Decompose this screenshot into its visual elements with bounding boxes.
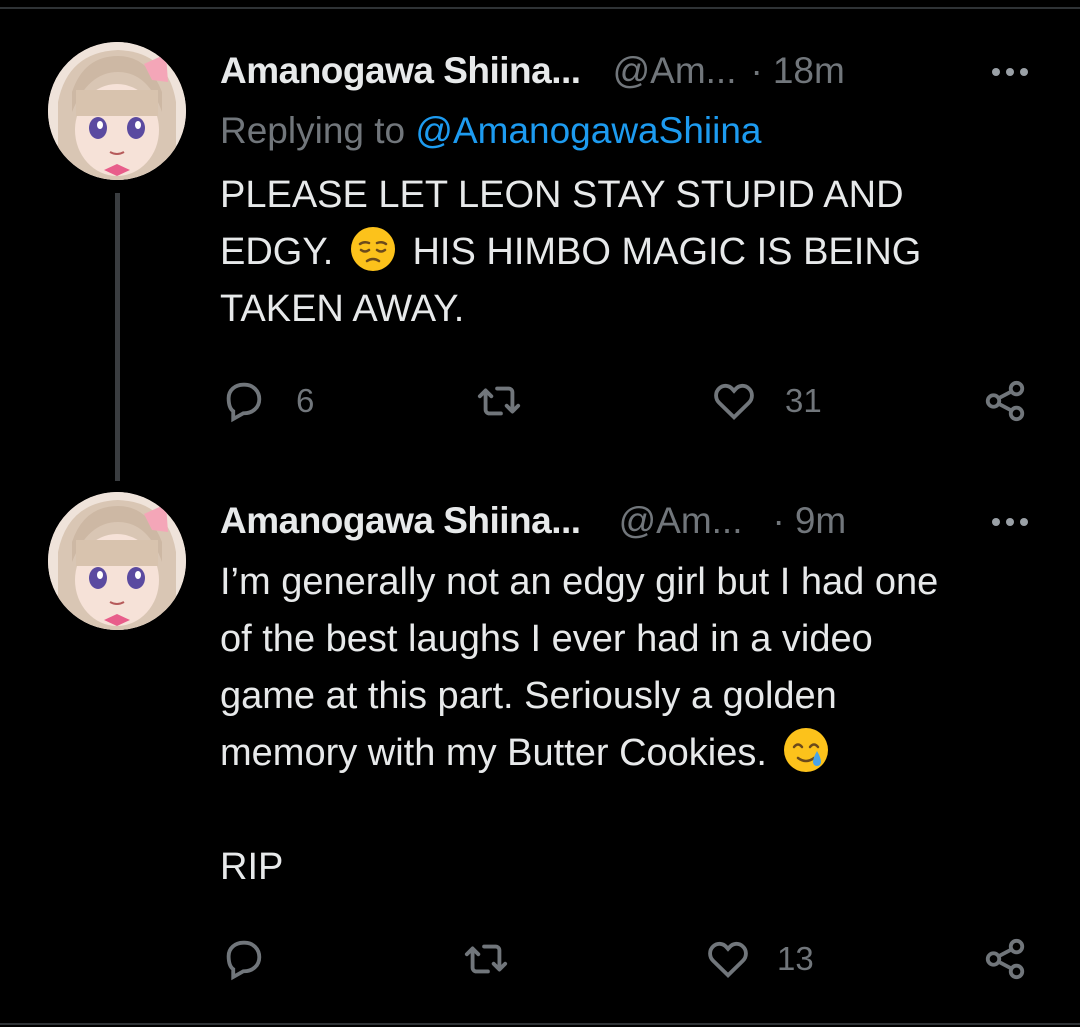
tweet-text-line: EDGY. HIS HIMBO MAGIC IS BEING xyxy=(220,224,1040,281)
tweet-text-line: PLEASE LET LEON STAY STUPID AND xyxy=(220,174,904,216)
separator: · xyxy=(772,500,785,541)
tweet-text-fragment: HIS HIMBO MAGIC IS BEING xyxy=(412,231,922,273)
more-options-icon[interactable] xyxy=(992,518,1028,526)
heart-icon xyxy=(708,941,748,978)
avatar-image xyxy=(48,492,186,630)
smiling-face-with-tear-emoji-icon xyxy=(784,728,829,772)
tweet-text-line: I’m generally not an edgy girl but I had… xyxy=(220,561,939,603)
replying-to: Replying to @AmanogawaShiina xyxy=(220,110,762,152)
reply-icon xyxy=(226,382,262,423)
user-handle[interactable]: @Am... xyxy=(613,50,737,92)
reply-button[interactable]: 6 xyxy=(220,378,314,424)
more-options-icon[interactable] xyxy=(992,68,1028,76)
like-button[interactable]: 13 xyxy=(705,936,814,982)
like-count: 31 xyxy=(785,382,822,419)
avatar-image xyxy=(48,42,186,180)
tweet-text-line: memory with my Butter Cookies. xyxy=(220,725,1040,782)
reply-count: 6 xyxy=(296,382,315,419)
like-button[interactable]: 31 xyxy=(711,378,822,424)
tweet-text-line: of the best laughs I ever had in a video xyxy=(220,618,873,660)
tweet-text-line: TAKEN AWAY. xyxy=(220,288,465,330)
tweet-header: Amanogawa Shiina... @Am... · 18m xyxy=(220,46,845,96)
display-name[interactable]: Amanogawa Shiina... xyxy=(220,50,581,92)
tweet-actions: 6 31 xyxy=(0,378,1080,428)
heart-icon xyxy=(714,383,754,420)
tweet-text-fragment: EDGY. xyxy=(220,231,334,273)
tweet-text: PLEASE LET LEON STAY STUPID AND EDGY. HI… xyxy=(220,167,1040,338)
replying-mention-link[interactable]: @AmanogawaShiina xyxy=(415,110,761,151)
timestamp[interactable]: 9m xyxy=(795,500,846,542)
like-count: 13 xyxy=(777,940,814,977)
share-icon xyxy=(985,938,1025,980)
retweet-button[interactable] xyxy=(476,378,548,424)
retweet-icon xyxy=(477,386,521,416)
retweet-icon xyxy=(464,944,508,974)
display-name[interactable]: Amanogawa Shiina... xyxy=(220,500,581,542)
separator: · xyxy=(750,50,763,91)
avatar[interactable] xyxy=(48,42,186,180)
bottom-divider xyxy=(0,1023,1080,1025)
tweet-text-fragment: memory with my Butter Cookies. xyxy=(220,732,767,774)
timestamp[interactable]: 18m xyxy=(773,50,845,92)
share-button[interactable] xyxy=(982,936,1028,982)
user-handle[interactable]: @Am... xyxy=(619,500,743,542)
share-icon xyxy=(985,380,1025,422)
retweet-button[interactable] xyxy=(463,936,535,982)
top-divider xyxy=(0,7,1080,9)
pensive-face-emoji-icon xyxy=(350,227,395,271)
reply-icon xyxy=(226,940,262,981)
tweet-header: Amanogawa Shiina... @Am... · 9m xyxy=(220,496,846,546)
share-button[interactable] xyxy=(982,378,1028,424)
thread-line xyxy=(115,193,120,481)
avatar[interactable] xyxy=(48,492,186,630)
tweet-text-line: RIP xyxy=(220,846,284,888)
replying-prefix: Replying to xyxy=(220,110,416,151)
reply-button[interactable] xyxy=(220,936,292,982)
tweet-actions: 13 xyxy=(0,936,1080,986)
tweet-text: I’m generally not an edgy girl but I had… xyxy=(220,554,1040,896)
tweet-text-line: game at this part. Seriously a golden xyxy=(220,675,837,717)
